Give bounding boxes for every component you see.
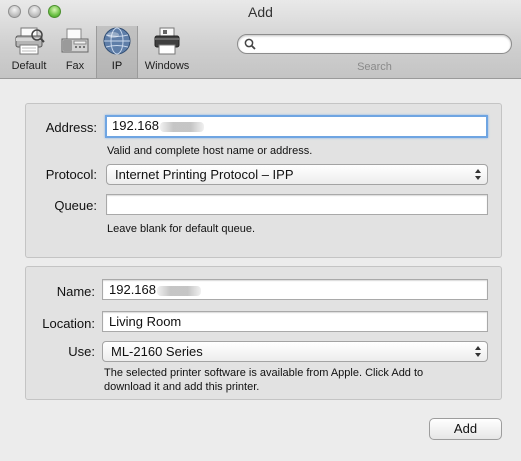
search-input[interactable] xyxy=(260,36,505,52)
printer-icon xyxy=(15,27,45,55)
toolbar-ip-button[interactable]: IP xyxy=(96,26,138,78)
fax-icon xyxy=(61,28,89,53)
name-field[interactable]: 192.168 xyxy=(102,279,488,300)
address-label: Address: xyxy=(45,120,97,135)
location-label: Location: xyxy=(42,316,95,331)
add-printer-window: Add Default Fax IP Windows Search Addres… xyxy=(0,0,521,461)
location-field[interactable]: Living Room xyxy=(102,311,488,332)
protocol-label: Protocol: xyxy=(45,167,97,182)
protocol-value: Internet Printing Protocol – IPP xyxy=(115,167,294,182)
protocol-popup[interactable]: Internet Printing Protocol – IPP xyxy=(106,164,488,185)
toolbar-ip-label: IP xyxy=(111,60,123,72)
search-label: Search xyxy=(357,61,392,73)
toolbar-windows-button[interactable]: Windows xyxy=(139,26,195,78)
name-value: 192.168 xyxy=(109,282,156,297)
toolbar-default-button[interactable]: Default xyxy=(4,26,54,78)
queue-label: Queue: xyxy=(54,198,97,213)
name-label: Name: xyxy=(56,284,95,299)
queue-hint: Leave blank for default queue. xyxy=(107,223,256,235)
add-button[interactable]: Add xyxy=(429,418,502,440)
windows-printer-icon xyxy=(154,27,180,55)
redacted-blur xyxy=(157,285,201,296)
toolbar-fax-label: Fax xyxy=(65,60,85,72)
address-field[interactable]: 192.168 xyxy=(105,115,488,138)
use-label: Use: xyxy=(68,344,95,359)
redacted-blur xyxy=(160,121,204,132)
toolbar-default-label: Default xyxy=(11,60,47,72)
search-icon xyxy=(244,38,256,50)
use-popup[interactable]: ML-2160 Series xyxy=(102,341,488,362)
search-field[interactable] xyxy=(237,34,512,54)
toolbar-fax-button[interactable]: Fax xyxy=(55,26,95,78)
popup-arrows-icon xyxy=(475,169,481,180)
window-title: Add xyxy=(248,4,273,20)
address-value: 192.168 xyxy=(112,118,159,133)
use-value: ML-2160 Series xyxy=(111,344,203,359)
queue-field[interactable] xyxy=(106,194,488,215)
window-toolbar: Add Default Fax IP Windows Search xyxy=(0,0,521,79)
globe-icon xyxy=(103,27,131,55)
toolbar-windows-label: Windows xyxy=(144,60,190,72)
popup-arrows-icon xyxy=(475,346,481,357)
location-value: Living Room xyxy=(109,314,182,329)
driver-hint-line1: The selected printer software is availab… xyxy=(104,367,424,379)
driver-hint-line2: download it and add this printer. xyxy=(104,381,260,393)
address-hint: Valid and complete host name or address. xyxy=(107,145,313,157)
